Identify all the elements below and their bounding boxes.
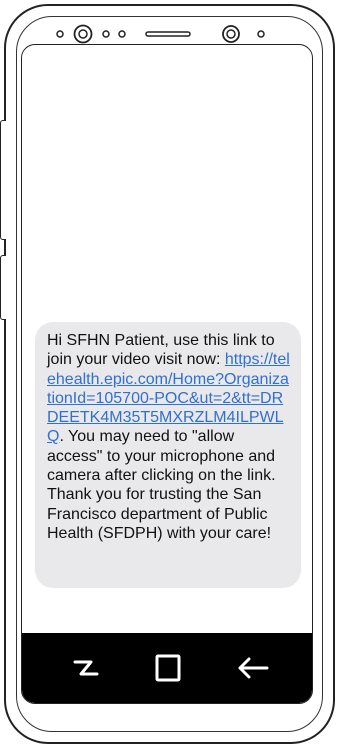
phone-screen: Hi SFHN Patient, use this link to join y… <box>21 44 313 704</box>
earpiece-speaker-icon <box>145 31 191 37</box>
message-text: Hi SFHN Patient, use this link to join y… <box>47 332 290 542</box>
home-icon[interactable] <box>148 650 188 686</box>
front-camera-icon <box>73 24 93 44</box>
power-button <box>0 255 6 320</box>
recent-apps-icon[interactable] <box>66 650 106 686</box>
back-arrow-icon[interactable] <box>232 650 272 686</box>
sensor-dot-icon <box>56 30 64 38</box>
navigation-bar <box>22 633 312 703</box>
sensor-dot-icon <box>102 30 110 38</box>
sms-message-bubble: Hi SFHN Patient, use this link to join y… <box>35 322 301 588</box>
sensor-dot-icon <box>257 30 265 38</box>
iris-scanner-icon <box>222 25 240 43</box>
sensor-dot-icon <box>118 30 126 38</box>
message-text-instructions: . You may need to "allow access" to your… <box>47 428 276 542</box>
volume-button <box>0 120 6 240</box>
